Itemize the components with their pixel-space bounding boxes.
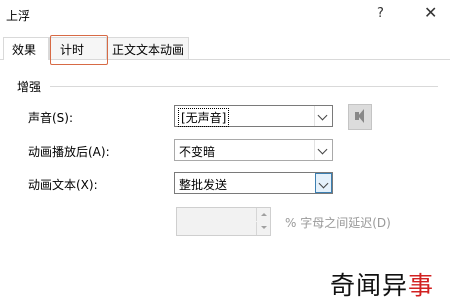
delay-spinner[interactable] — [176, 207, 271, 236]
title-bar: 上浮 ? ✕ — [0, 0, 450, 30]
watermark-text: 奇闻异 — [330, 271, 409, 300]
close-button[interactable]: ✕ — [424, 3, 437, 22]
sound-label: 声音(S): — [28, 111, 74, 125]
group-title-enhancements: 增强 — [17, 80, 42, 94]
spin-down-icon[interactable] — [256, 222, 270, 235]
tab-effect-label: 效果 — [12, 43, 37, 57]
after-animation-label: 动画播放后(A): — [28, 145, 110, 159]
chevron-down-icon[interactable] — [314, 140, 332, 160]
animate-text-value: 整批发送 — [179, 178, 228, 192]
animate-text-dropdown[interactable]: 整批发送 — [174, 172, 333, 194]
sound-dropdown[interactable]: [无声音] — [174, 105, 333, 127]
animate-text-label: 动画文本(X): — [28, 178, 98, 192]
after-animation-dropdown[interactable]: 不变暗 — [174, 139, 333, 161]
watermark-text-red: 事 — [408, 271, 435, 300]
tab-text-animation-label: 正文文本动画 — [112, 43, 185, 57]
after-animation-value: 不变暗 — [179, 145, 216, 159]
tab-timing-highlight — [50, 35, 108, 65]
delay-label: % 字母之间延迟(D) — [285, 216, 391, 230]
chevron-down-icon[interactable] — [314, 106, 332, 126]
group-divider — [50, 86, 438, 87]
spin-up-icon[interactable] — [256, 208, 270, 221]
watermark-logo: 奇闻异事 — [330, 266, 434, 302]
sound-value: [无声音] — [178, 108, 230, 127]
speaker-cone-icon — [358, 109, 364, 123]
help-button[interactable]: ? — [377, 6, 384, 21]
speaker-button[interactable] — [348, 104, 372, 130]
tab-effect[interactable]: 效果 — [3, 37, 49, 60]
tab-text-animation[interactable]: 正文文本动画 — [107, 37, 189, 59]
chevron-down-icon[interactable] — [315, 173, 332, 193]
window-title: 上浮 — [6, 9, 31, 23]
